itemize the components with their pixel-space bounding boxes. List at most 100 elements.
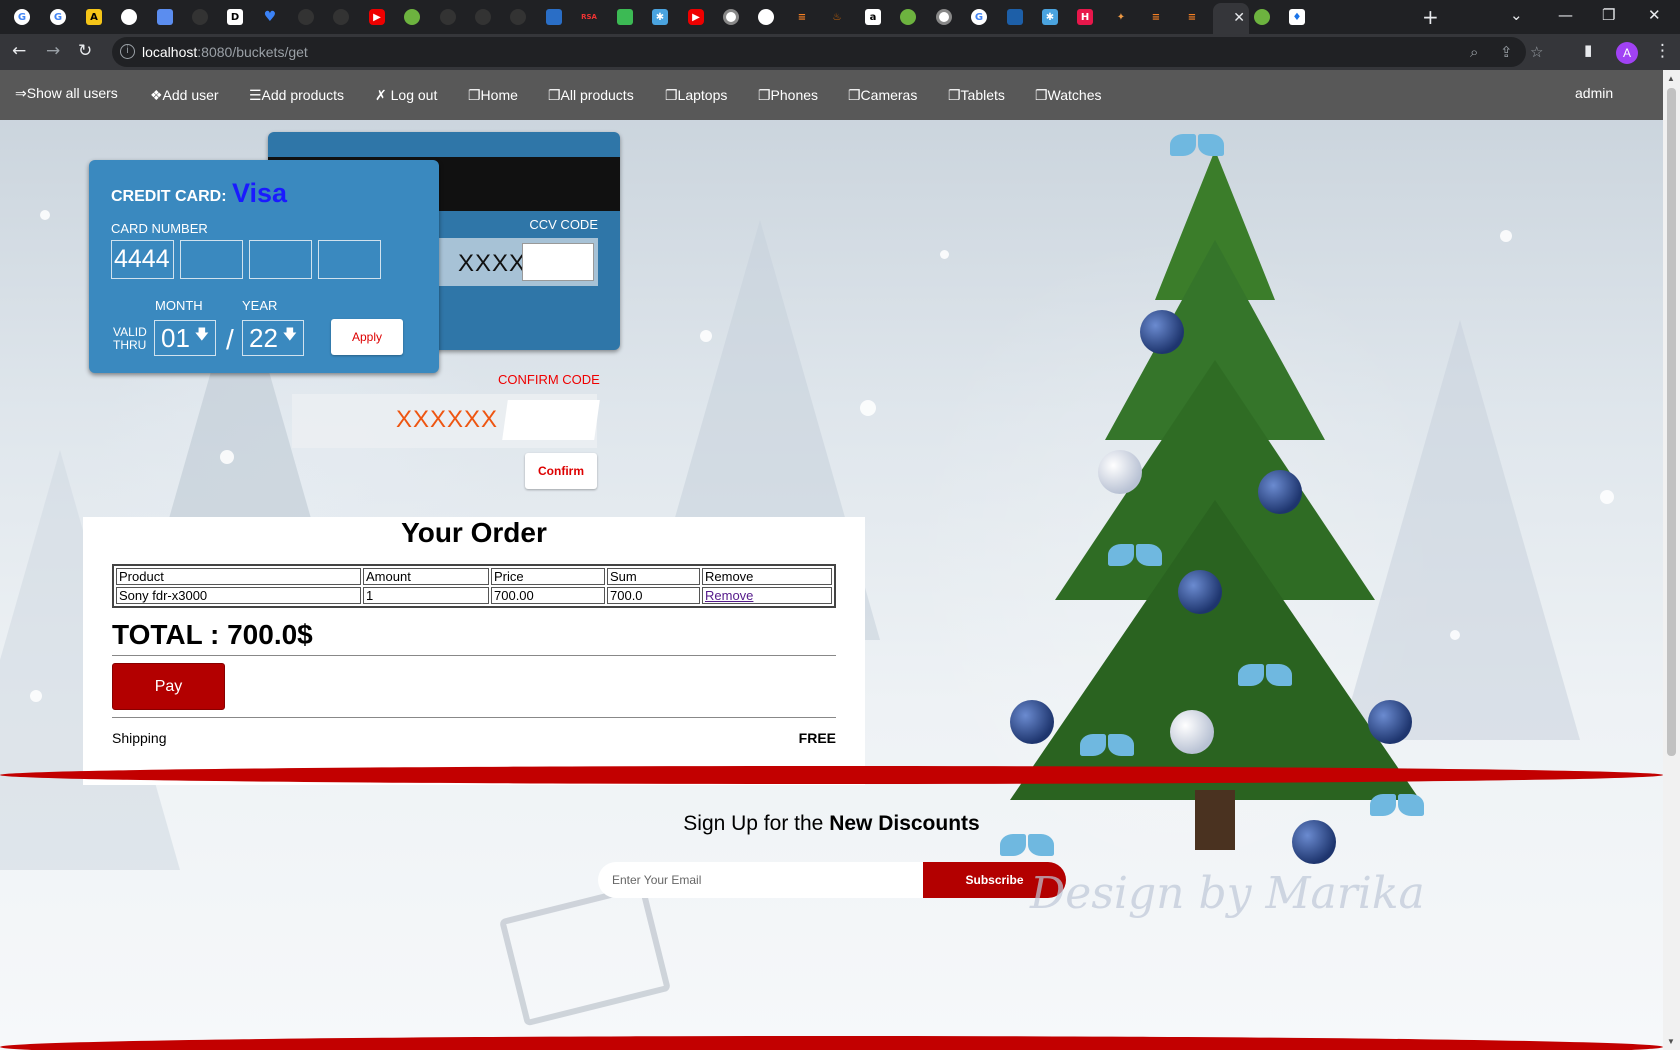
card-number-field-3[interactable]: [249, 240, 312, 279]
address-bar[interactable]: i localhost:8080/buckets/get ⌕ ⇪ ☆: [112, 37, 1543, 67]
tab-google-2[interactable]: G: [47, 7, 69, 27]
tab-analytics[interactable]: [154, 7, 176, 27]
tab-github-3[interactable]: [330, 7, 352, 27]
month-select[interactable]: 01 🡇: [154, 320, 216, 356]
tab-spring-2[interactable]: [897, 7, 919, 27]
card-number-field-4[interactable]: [318, 240, 381, 279]
tab-github-4[interactable]: [437, 7, 459, 27]
close-window-icon[interactable]: ✕: [1648, 6, 1661, 24]
tab-github[interactable]: [189, 7, 211, 27]
tab-youtube-2[interactable]: ▶: [685, 7, 707, 27]
email-input[interactable]: Enter Your Email: [598, 862, 923, 898]
tab-java[interactable]: ♨: [826, 7, 848, 27]
tab-active[interactable]: ✕: [1213, 3, 1249, 34]
bow-ornament: [1170, 130, 1224, 170]
nav-home[interactable]: ❐Home: [468, 87, 518, 104]
snowflake: [30, 690, 42, 702]
tab-github-5[interactable]: [472, 7, 494, 27]
nav-add-products[interactable]: ☰Add products: [249, 87, 344, 104]
tab-site-2[interactable]: [755, 7, 777, 27]
tab-chrome[interactable]: [720, 7, 742, 27]
nav-log-out[interactable]: ✗ Log out: [375, 87, 437, 104]
tab-youtube[interactable]: ▶: [366, 7, 388, 27]
google-icon: G: [14, 9, 30, 25]
page-viewport: ⇒Show all users ❖Add user ☰Add products …: [0, 70, 1663, 1050]
tab-pluralsight[interactable]: A: [83, 7, 105, 27]
nav-phones[interactable]: ❐Phones: [758, 87, 818, 104]
card-brand: Visa: [232, 178, 288, 208]
new-tab-icon[interactable]: +: [1422, 5, 1439, 29]
tab-spring-3[interactable]: [1251, 7, 1273, 27]
java-icon: ♨: [832, 11, 842, 23]
nav-tablets[interactable]: ❐Tablets: [948, 87, 1005, 104]
close-icon[interactable]: ✕: [1233, 10, 1245, 26]
tab-bookmark[interactable]: [543, 7, 565, 27]
tab-google-3[interactable]: G: [968, 7, 990, 27]
youtube-icon: ▶: [369, 9, 385, 25]
apply-button[interactable]: Apply: [331, 319, 403, 355]
tab-stackoverflow-3[interactable]: ≡: [1181, 7, 1203, 27]
tab-spring[interactable]: [401, 7, 423, 27]
tab-search-icon[interactable]: ⌄: [1510, 6, 1523, 24]
tab-letter[interactable]: a: [862, 7, 884, 27]
page-scrollbar[interactable]: ▲ ▼: [1663, 70, 1680, 1050]
back-icon[interactable]: ←: [12, 41, 26, 61]
nav-laptops[interactable]: ❐Laptops: [665, 87, 727, 104]
nav-username[interactable]: admin: [1575, 85, 1613, 101]
tab-heart[interactable]: ♥: [259, 7, 281, 27]
tab-github-6[interactable]: [507, 7, 529, 27]
side-panel-icon[interactable]: ▮: [1584, 41, 1592, 59]
google-icon: G: [50, 9, 66, 25]
nav-show-all-users[interactable]: ⇒Show all users: [15, 85, 118, 102]
tab-google[interactable]: G: [11, 7, 33, 27]
tab-snow-2[interactable]: ✱: [1039, 7, 1061, 27]
tab-stackoverflow-2[interactable]: ≡: [1145, 7, 1167, 27]
tab-fire[interactable]: ✦: [1110, 7, 1132, 27]
share-icon[interactable]: ⇪: [1500, 43, 1513, 61]
nav-all-products[interactable]: ❐All products: [548, 87, 634, 104]
bow-ornament: [1080, 730, 1134, 770]
card-number-field-2[interactable]: [180, 240, 243, 279]
cell-sum: 700.0: [607, 587, 700, 604]
profile-avatar[interactable]: A: [1616, 42, 1638, 64]
tab-dev[interactable]: D: [224, 7, 246, 27]
confirm-button[interactable]: Confirm: [525, 453, 597, 489]
pay-button[interactable]: Pay: [112, 663, 225, 710]
scrollbar-thumb[interactable]: [1667, 88, 1676, 756]
bow-ornament: [1108, 540, 1162, 580]
tab-snow[interactable]: ✱: [649, 7, 671, 27]
scroll-up-icon[interactable]: ▲: [1667, 74, 1675, 83]
bookmark-star-icon[interactable]: ☆: [1530, 43, 1543, 61]
tab-sheets[interactable]: [614, 7, 636, 27]
spring-icon: [1254, 9, 1270, 25]
year-select[interactable]: 22 🡇: [242, 320, 304, 356]
ccv-input[interactable]: [522, 243, 594, 281]
newsletter-title-bold: New Discounts: [829, 812, 980, 835]
chart-icon: [157, 9, 173, 25]
card-number-label: CARD NUMBER: [111, 221, 208, 236]
nav-watches[interactable]: ❐Watches: [1035, 87, 1102, 104]
nav-add-user[interactable]: ❖Add user: [150, 87, 219, 104]
tab-github-2[interactable]: [295, 7, 317, 27]
newsletter-title-plain: Sign Up for the: [683, 812, 830, 835]
tab-flag[interactable]: [1004, 7, 1026, 27]
card-number-field-1[interactable]: 4444: [111, 240, 174, 279]
tab-stackoverflow[interactable]: ≡: [791, 7, 813, 27]
reload-icon[interactable]: ↻: [78, 41, 92, 61]
scroll-down-icon[interactable]: ▼: [1667, 1037, 1675, 1046]
tab-rsa[interactable]: RSA: [578, 7, 600, 27]
zoom-icon[interactable]: ⌕: [1470, 43, 1478, 61]
forward-icon[interactable]: →: [46, 41, 60, 61]
tab-chrome-2[interactable]: [933, 7, 955, 27]
nav-cameras[interactable]: ❐Cameras: [848, 87, 917, 104]
order-total: TOTAL : 700.0$: [112, 619, 313, 650]
minimize-icon[interactable]: —: [1558, 6, 1573, 24]
confirm-code-input[interactable]: [502, 400, 600, 440]
menu-icon[interactable]: ⋮: [1654, 41, 1671, 61]
info-icon[interactable]: i: [120, 44, 135, 59]
tab-site[interactable]: [118, 7, 140, 27]
remove-link[interactable]: Remove: [705, 588, 753, 603]
tab-drop[interactable]: ♦: [1286, 7, 1308, 27]
tab-red[interactable]: H: [1074, 7, 1096, 27]
restore-icon[interactable]: ❐: [1602, 6, 1615, 24]
